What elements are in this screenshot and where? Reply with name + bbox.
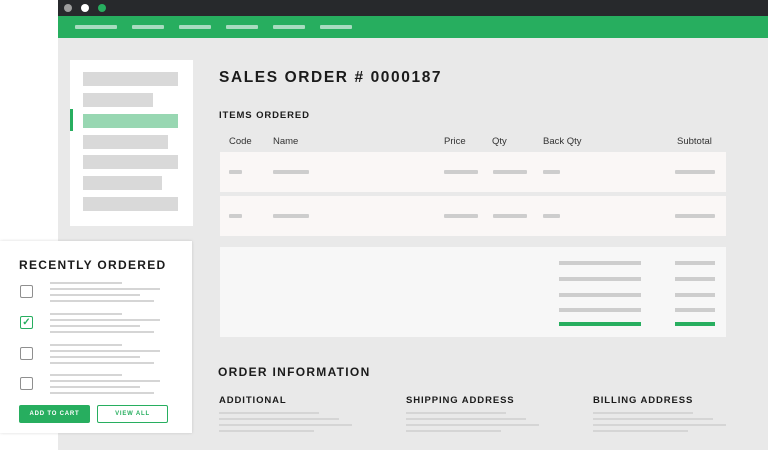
recent-item-checkbox[interactable] <box>20 377 33 390</box>
nav-item[interactable] <box>273 25 305 29</box>
cell-subtotal-placeholder <box>675 214 715 218</box>
recent-item-text-line <box>50 313 122 315</box>
column-header-price: Price <box>444 136 466 147</box>
recent-item-text-line <box>50 356 140 358</box>
cell-price-placeholder <box>444 214 478 218</box>
recent-item-text-line <box>50 325 140 327</box>
recent-item-text-line <box>50 344 122 346</box>
billing-text-line <box>593 424 726 426</box>
totals-label-placeholder <box>559 293 641 297</box>
page-title: SALES ORDER # 0000187 <box>219 69 443 86</box>
table-row <box>220 152 726 192</box>
order-totals-summary <box>220 247 726 337</box>
nav-item[interactable] <box>179 25 211 29</box>
recent-item-text-line <box>50 319 160 321</box>
window-titlebar <box>58 0 768 16</box>
cell-subtotal-placeholder <box>675 170 715 174</box>
shipping-text-line <box>406 424 539 426</box>
sidebar-item[interactable] <box>83 155 178 169</box>
recent-item-checkbox[interactable] <box>20 347 33 360</box>
billing-text-line <box>593 418 713 420</box>
recent-item-text-line <box>50 350 160 352</box>
window-close-button[interactable] <box>64 4 72 12</box>
sidebar-active-indicator <box>70 109 73 131</box>
additional-text-line <box>219 418 339 420</box>
billing-text-line <box>593 412 693 414</box>
sidebar-item[interactable] <box>83 93 153 107</box>
additional-text-line <box>219 430 314 432</box>
recent-item-text-line <box>50 300 154 302</box>
recent-item-text-line <box>50 331 154 333</box>
recently-ordered-title: RECENTLY ORDERED <box>19 258 167 272</box>
nav-item[interactable] <box>320 25 352 29</box>
cell-qty-placeholder <box>493 214 527 218</box>
recent-item-text-line <box>50 288 160 290</box>
cell-price-placeholder <box>444 170 478 174</box>
recent-item-text-line <box>50 380 160 382</box>
items-ordered-heading: ITEMS ORDERED <box>219 110 310 121</box>
totals-value-placeholder <box>675 308 715 312</box>
additional-text-line <box>219 424 352 426</box>
cell-back-qty-placeholder <box>543 214 560 218</box>
grand-total-label-placeholder <box>559 322 641 326</box>
nav-item[interactable] <box>132 25 164 29</box>
grand-total-value-placeholder <box>675 322 715 326</box>
recent-item-checkbox-checked[interactable]: ✓ <box>20 316 33 329</box>
recently-ordered-panel: RECENTLY ORDERED ✓ ADD TO CART VIEW ALL <box>0 241 192 433</box>
additional-text-line <box>219 412 319 414</box>
recent-item-text-line <box>50 282 122 284</box>
recent-item-text-line <box>50 294 140 296</box>
nav-item[interactable] <box>75 25 117 29</box>
shipping-text-line <box>406 430 501 432</box>
column-header-name: Name <box>273 136 299 147</box>
recent-item-text-line <box>50 362 154 364</box>
totals-value-placeholder <box>675 293 715 297</box>
cell-qty-placeholder <box>493 170 527 174</box>
sidebar-item[interactable] <box>83 72 178 86</box>
cell-back-qty-placeholder <box>543 170 560 174</box>
totals-label-placeholder <box>559 277 641 281</box>
sidebar-item[interactable] <box>83 197 178 211</box>
sidebar-menu <box>70 60 193 226</box>
column-header-code: Code <box>229 136 252 147</box>
cell-name-placeholder <box>273 170 309 174</box>
totals-label-placeholder <box>559 308 641 312</box>
window-maximize-button[interactable] <box>98 4 106 12</box>
billing-address-heading: BILLING ADDRESS <box>593 395 694 406</box>
table-row <box>220 196 726 236</box>
totals-label-placeholder <box>559 261 641 265</box>
cell-name-placeholder <box>273 214 309 218</box>
top-navigation-bar <box>58 16 768 38</box>
recent-item-checkbox[interactable] <box>20 285 33 298</box>
sidebar-item-active[interactable] <box>83 114 178 128</box>
column-header-qty: Qty <box>492 136 507 147</box>
sidebar-item[interactable] <box>83 135 168 149</box>
recent-item-text-line <box>50 386 140 388</box>
totals-value-placeholder <box>675 261 715 265</box>
recent-item-text-line <box>50 374 122 376</box>
window-minimize-button[interactable] <box>81 4 89 12</box>
order-information-heading: ORDER INFORMATION <box>218 365 371 379</box>
add-to-cart-button[interactable]: ADD TO CART <box>19 405 90 423</box>
column-header-back-qty: Back Qty <box>543 136 582 147</box>
cell-code-placeholder <box>229 214 242 218</box>
recent-item-text-line <box>50 392 154 394</box>
totals-value-placeholder <box>675 277 715 281</box>
nav-item[interactable] <box>226 25 258 29</box>
shipping-address-heading: SHIPPING ADDRESS <box>406 395 515 406</box>
view-all-button[interactable]: VIEW ALL <box>97 405 168 423</box>
column-header-subtotal: Subtotal <box>677 136 712 147</box>
additional-heading: ADDITIONAL <box>219 395 287 406</box>
sidebar-item[interactable] <box>83 176 162 190</box>
cell-code-placeholder <box>229 170 242 174</box>
shipping-text-line <box>406 418 526 420</box>
shipping-text-line <box>406 412 506 414</box>
billing-text-line <box>593 430 688 432</box>
